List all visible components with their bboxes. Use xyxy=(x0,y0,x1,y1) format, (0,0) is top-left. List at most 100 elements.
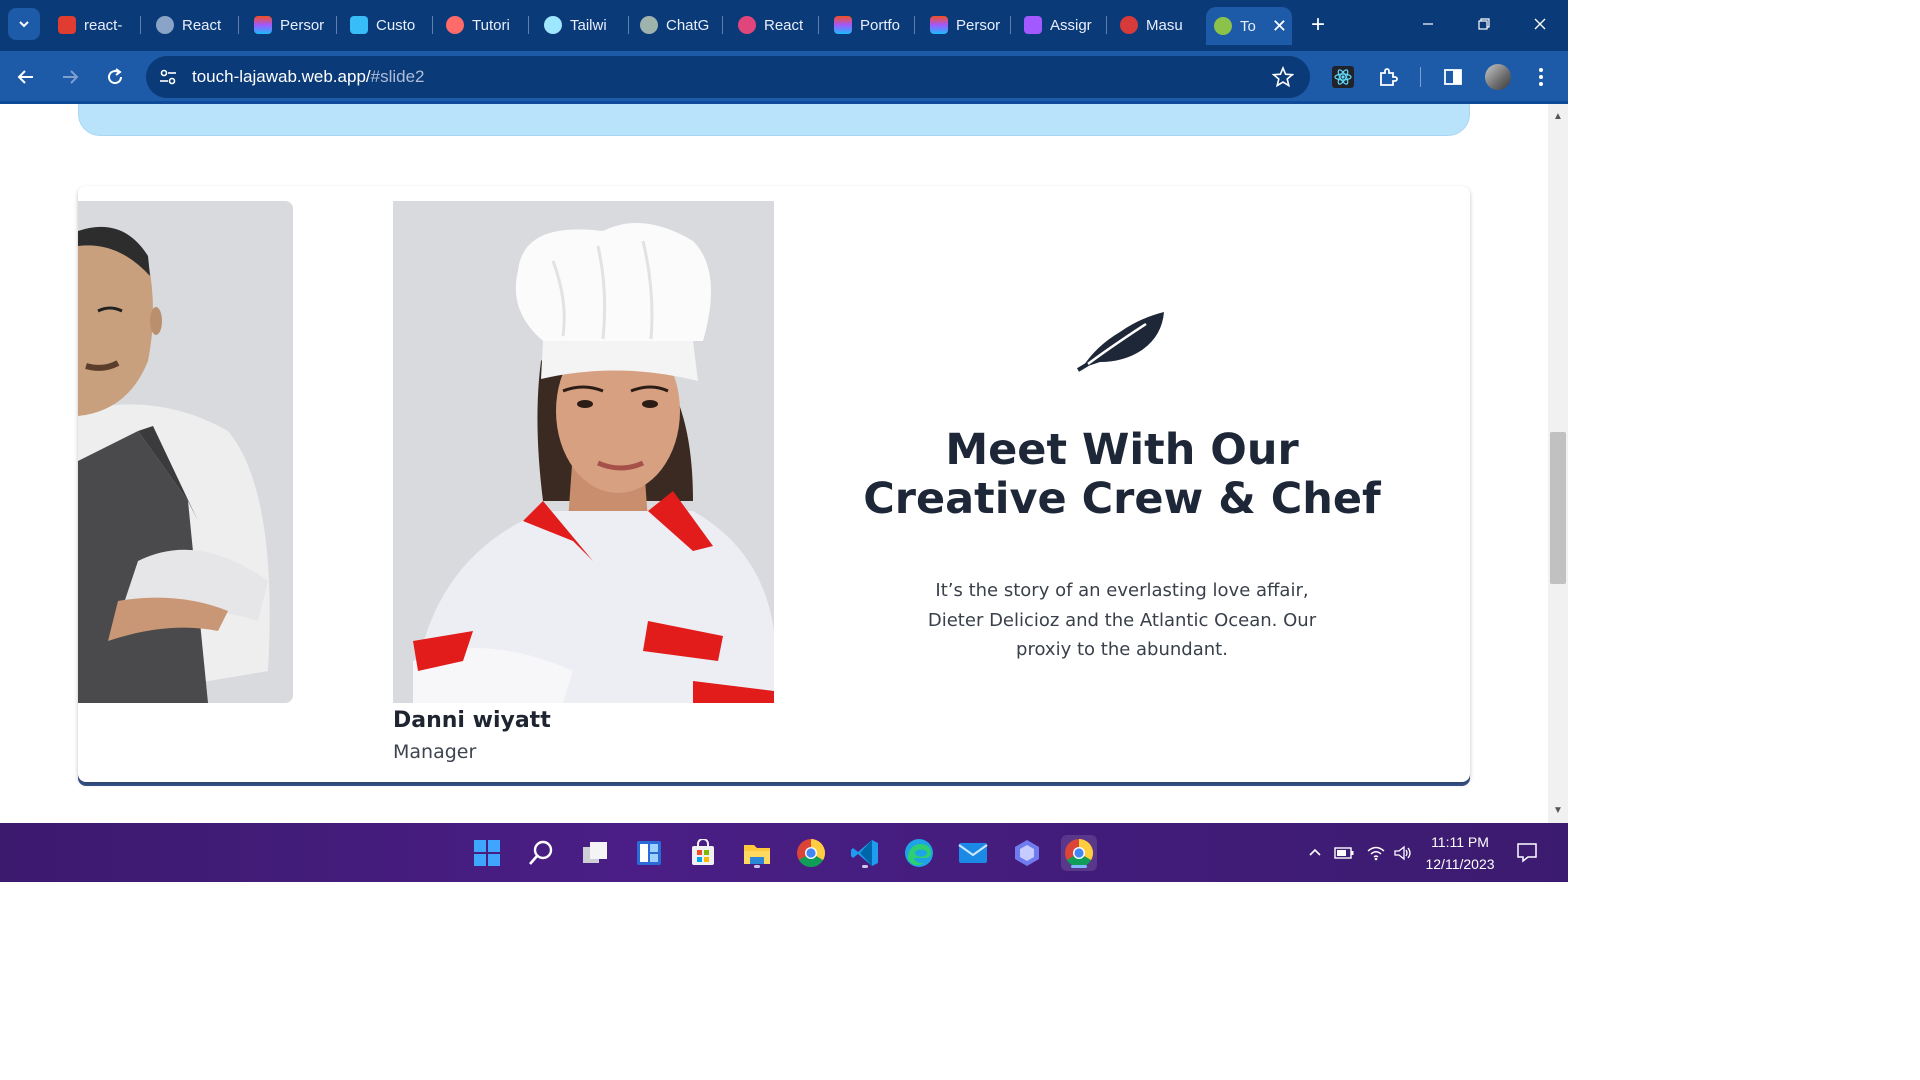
site-info-icon[interactable] xyxy=(158,67,178,87)
notification-center-button[interactable] xyxy=(1516,841,1538,863)
react-devtools-extension-icon[interactable] xyxy=(1331,65,1355,89)
tailwind-icon xyxy=(544,16,562,34)
widgets-button[interactable] xyxy=(631,835,667,871)
url-path: #slide2 xyxy=(370,67,425,86)
masu-icon xyxy=(1120,16,1138,34)
star-icon[interactable] xyxy=(1272,66,1294,88)
play-icon xyxy=(1024,16,1042,34)
chrome-button[interactable] xyxy=(793,835,829,871)
tab-active[interactable]: To ✕ xyxy=(1206,7,1292,45)
profile-avatar[interactable] xyxy=(1485,64,1511,90)
tab-0[interactable]: react- xyxy=(52,9,136,41)
copilot-icon xyxy=(1015,840,1039,866)
vscode-button[interactable] xyxy=(847,835,883,871)
browser-toolbar: touch-lajawab.web.app/#slide2 xyxy=(0,51,1568,104)
tab-5[interactable]: Tailwi xyxy=(538,9,622,41)
chrome-active-button[interactable] xyxy=(1061,835,1097,871)
tab-11[interactable]: Masu xyxy=(1114,9,1198,41)
tab-4[interactable]: Tutori xyxy=(440,9,524,41)
folder-icon xyxy=(744,845,770,864)
windows-logo-icon xyxy=(474,840,500,866)
forward-button[interactable] xyxy=(54,61,86,93)
widgets-icon xyxy=(637,841,661,865)
chef-illustration xyxy=(393,201,774,703)
back-button[interactable] xyxy=(10,61,42,93)
tab-label: Tailwi xyxy=(570,16,607,34)
reload-button[interactable] xyxy=(99,61,131,93)
close-tab-icon[interactable]: ✕ xyxy=(1272,16,1287,37)
running-indicator xyxy=(754,865,760,868)
team-member-name: Danni wiyatt xyxy=(393,708,551,733)
tab-1[interactable]: React xyxy=(150,9,234,41)
tab-2[interactable]: Persor xyxy=(248,9,332,41)
task-view-button[interactable] xyxy=(577,835,613,871)
previous-section-banner xyxy=(78,104,1470,136)
tab-8[interactable]: Portfo xyxy=(828,9,912,41)
chef-illustration xyxy=(78,201,293,703)
address-bar[interactable]: touch-lajawab.web.app/#slide2 xyxy=(146,56,1310,98)
microsoft-store-button[interactable] xyxy=(685,835,721,871)
tab-strip: react- React Persor Custo Tutori Tailwi … xyxy=(0,0,1568,51)
arrow-right-icon xyxy=(63,70,79,84)
tab-10[interactable]: Assigr xyxy=(1018,9,1102,41)
search-icon xyxy=(529,840,553,865)
page-scrollbar[interactable]: ▲ ▼ xyxy=(1548,104,1568,823)
tab-label: Persor xyxy=(280,16,325,34)
scroll-up-icon[interactable]: ▲ xyxy=(1552,110,1564,122)
search-button[interactable] xyxy=(523,835,559,871)
file-explorer-button[interactable] xyxy=(739,835,775,871)
edge-icon xyxy=(905,839,933,867)
volume-icon[interactable] xyxy=(1393,843,1413,863)
arrow-left-icon xyxy=(17,70,33,84)
scroll-down-icon[interactable]: ▼ xyxy=(1552,804,1564,816)
chrome-icon xyxy=(797,839,825,867)
wifi-icon[interactable] xyxy=(1366,843,1386,863)
tab-separator xyxy=(722,16,723,34)
edge-button[interactable] xyxy=(901,835,937,871)
react-icon xyxy=(738,16,756,34)
tab-label: react- xyxy=(84,16,123,34)
system-clock[interactable]: 11:11 PM 12/11/2023 xyxy=(1418,831,1502,875)
chef-photo-previous[interactable] xyxy=(78,201,293,703)
tab-separator xyxy=(1010,16,1011,34)
minimize-button[interactable] xyxy=(1416,12,1440,36)
tab-separator xyxy=(914,16,915,34)
toolbar-divider xyxy=(1420,67,1421,87)
mail-icon xyxy=(958,843,988,863)
feather-icon xyxy=(1076,312,1164,372)
tab-6[interactable]: ChatG xyxy=(634,9,718,41)
tab-label: React xyxy=(182,16,222,34)
figma-icon xyxy=(930,16,948,34)
kebab-menu-icon[interactable] xyxy=(1529,65,1553,89)
tab-search-button[interactable] xyxy=(8,8,40,40)
tab-label: To xyxy=(1240,17,1256,35)
tailwind-icon xyxy=(350,16,368,34)
notification-icon xyxy=(1517,843,1537,863)
app-logo-icon xyxy=(1214,17,1232,35)
tab-9[interactable]: Persor xyxy=(924,9,1008,41)
tab-label: Custo xyxy=(376,16,416,34)
chef-photo-featured[interactable] xyxy=(393,201,774,703)
tab-separator xyxy=(140,16,141,34)
mail-button[interactable] xyxy=(955,835,991,871)
figma-icon xyxy=(254,16,272,34)
scroll-thumb[interactable] xyxy=(1550,432,1566,584)
extensions-puzzle-icon[interactable] xyxy=(1376,65,1400,89)
tab-label: React xyxy=(764,16,804,34)
copilot-button[interactable] xyxy=(1009,835,1045,871)
chevron-up-icon[interactable] xyxy=(1305,843,1325,863)
clock-date: 12/11/2023 xyxy=(1425,856,1495,872)
close-window-button[interactable] xyxy=(1528,12,1552,36)
tab-7[interactable]: React xyxy=(732,9,816,41)
tab-label: Masu xyxy=(1146,16,1183,34)
globe-icon xyxy=(156,16,174,34)
new-tab-button[interactable]: + xyxy=(1304,11,1332,39)
restore-button[interactable] xyxy=(1472,12,1496,36)
tab-label: ChatG xyxy=(666,16,710,34)
start-button[interactable] xyxy=(469,835,505,871)
tab-label: Portfo xyxy=(860,16,901,34)
side-panel-icon[interactable] xyxy=(1441,65,1465,89)
battery-icon[interactable] xyxy=(1334,843,1354,863)
section-heading: Meet With Our Creative Crew & Chef xyxy=(863,425,1381,524)
tab-3[interactable]: Custo xyxy=(344,9,428,41)
